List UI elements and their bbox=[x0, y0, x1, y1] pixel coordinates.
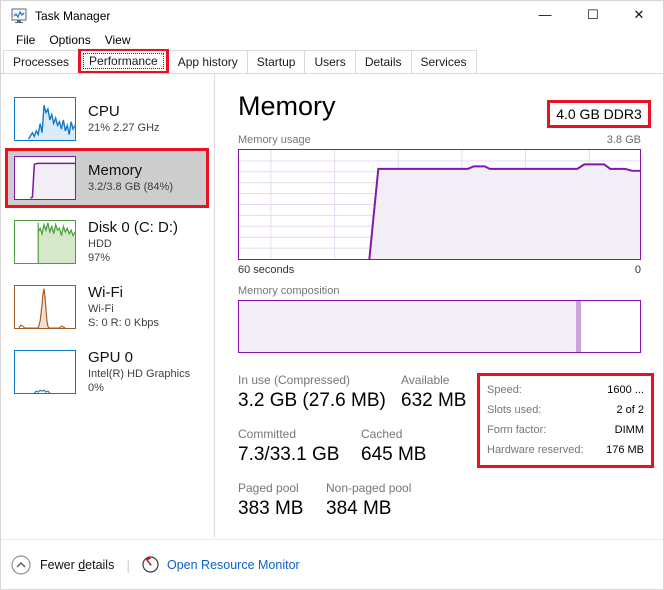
page-title: Memory bbox=[238, 91, 336, 122]
available-value: 632 MB bbox=[401, 388, 466, 414]
menu-file[interactable]: File bbox=[9, 31, 42, 50]
open-resource-monitor-label: Open Resource Monitor bbox=[167, 558, 300, 572]
cached-label: Cached bbox=[361, 427, 426, 442]
tab-startup[interactable]: Startup bbox=[247, 50, 306, 73]
cpu-stats: 21% 2.27 GHz bbox=[88, 121, 160, 135]
usage-chart-max: 3.8 GB bbox=[607, 134, 641, 146]
in-use-value: 3.2 GB (27.6 MB) bbox=[238, 388, 401, 414]
composition-modified-segment bbox=[576, 301, 581, 352]
speed-label: Speed: bbox=[487, 380, 522, 400]
task-manager-window: Task Manager — ☐ ✕ File Options View Pro… bbox=[0, 0, 664, 590]
sidebar-item-gpu[interactable]: GPU 0 Intel(R) HD Graphics 0% bbox=[5, 342, 209, 402]
window-title: Task Manager bbox=[35, 9, 110, 23]
wifi-throughput: S: 0 R: 0 Kbps bbox=[88, 316, 159, 330]
footer-separator: | bbox=[126, 557, 130, 573]
memory-capacity-annotation: 4.0 GB DDR3 bbox=[547, 100, 651, 128]
wifi-title: Wi-Fi bbox=[88, 284, 159, 302]
footer-bar: Fewer details | Open Resource Monitor bbox=[1, 539, 663, 589]
gpu-title: GPU 0 bbox=[88, 349, 190, 367]
slots-used-label: Slots used: bbox=[487, 400, 541, 420]
non-paged-pool-label: Non-paged pool bbox=[326, 481, 411, 496]
fewer-details-button[interactable]: Fewer details bbox=[11, 555, 114, 575]
chevron-up-icon bbox=[11, 555, 31, 575]
available-label: Available bbox=[401, 373, 466, 388]
task-manager-icon bbox=[11, 8, 27, 24]
memory-capacity: 4.0 GB DDR3 bbox=[556, 106, 642, 122]
gpu-usage: 0% bbox=[88, 381, 190, 395]
menu-options[interactable]: Options bbox=[42, 31, 97, 50]
committed-value: 7.3/33.1 GB bbox=[238, 442, 361, 468]
memory-stats: In use (Compressed) 3.2 GB (27.6 MB) Ava… bbox=[238, 373, 473, 535]
open-resource-monitor-link[interactable]: Open Resource Monitor bbox=[142, 556, 300, 573]
disk-mini-chart bbox=[14, 220, 76, 264]
sidebar-item-cpu[interactable]: CPU 21% 2.27 GHz bbox=[5, 89, 209, 149]
cached-value: 645 MB bbox=[361, 442, 426, 468]
sidebar-item-wifi[interactable]: Wi-Fi Wi-Fi S: 0 R: 0 Kbps bbox=[5, 277, 209, 337]
non-paged-pool-value: 384 MB bbox=[326, 496, 411, 522]
axis-left-label: 60 seconds bbox=[238, 264, 294, 276]
speed-value: 1600 ... bbox=[607, 380, 644, 400]
committed-label: Committed bbox=[238, 427, 361, 442]
tab-users[interactable]: Users bbox=[304, 50, 355, 73]
tab-processes[interactable]: Processes bbox=[3, 50, 79, 73]
performance-tab-annotation: Performance bbox=[78, 49, 169, 73]
cpu-title: CPU bbox=[88, 103, 160, 121]
usage-chart-axis: 60 seconds 0 bbox=[238, 264, 641, 276]
close-button[interactable]: ✕ bbox=[619, 1, 659, 29]
in-use-label: In use (Compressed) bbox=[238, 373, 401, 388]
tab-app-history[interactable]: App history bbox=[168, 50, 248, 73]
tab-details[interactable]: Details bbox=[355, 50, 412, 73]
tab-strip: Processes Performance App history Startu… bbox=[1, 50, 663, 74]
wifi-adapter: Wi-Fi bbox=[88, 302, 159, 316]
minimize-button[interactable]: — bbox=[525, 1, 565, 29]
composition-label: Memory composition bbox=[238, 285, 339, 297]
sidebar-divider bbox=[214, 74, 215, 538]
disk-usage: 97% bbox=[88, 251, 178, 265]
hardware-reserved-label: Hardware reserved: bbox=[487, 440, 584, 460]
sidebar-item-memory[interactable]: Memory 3.2/3.8 GB (84%) bbox=[5, 148, 209, 208]
memory-stats: 3.2/3.8 GB (84%) bbox=[88, 180, 173, 194]
usage-chart-label: Memory usage bbox=[238, 134, 311, 146]
hardware-reserved-value: 176 MB bbox=[606, 440, 644, 460]
disk-title: Disk 0 (C: D:) bbox=[88, 219, 178, 237]
disk-type: HDD bbox=[88, 237, 178, 251]
sidebar-item-disk[interactable]: Disk 0 (C: D:) HDD 97% bbox=[5, 212, 209, 272]
fewer-details-label: Fewer details bbox=[40, 558, 114, 572]
gpu-name: Intel(R) HD Graphics bbox=[88, 367, 190, 381]
composition-in-use-segment bbox=[239, 301, 576, 352]
title-bar: Task Manager — ☐ ✕ bbox=[1, 1, 663, 31]
wifi-mini-chart bbox=[14, 285, 76, 329]
gpu-mini-chart bbox=[14, 350, 76, 394]
memory-usage-chart bbox=[238, 149, 641, 260]
memory-mini-chart bbox=[14, 156, 76, 200]
axis-right-label: 0 bbox=[635, 264, 641, 276]
form-factor-value: DIMM bbox=[615, 420, 644, 440]
usage-chart-header: Memory usage 3.8 GB bbox=[238, 134, 641, 146]
menu-view[interactable]: View bbox=[98, 31, 138, 50]
maximize-button[interactable]: ☐ bbox=[573, 1, 613, 29]
menu-bar: File Options View bbox=[1, 31, 663, 50]
cpu-mini-chart bbox=[14, 97, 76, 141]
memory-title: Memory bbox=[88, 162, 173, 180]
memory-composition-bar bbox=[238, 300, 641, 353]
resource-monitor-icon bbox=[142, 556, 159, 573]
paged-pool-label: Paged pool bbox=[238, 481, 326, 496]
form-factor-label: Form factor: bbox=[487, 420, 546, 440]
tab-performance[interactable]: Performance bbox=[81, 51, 166, 71]
hardware-details-annotation: Speed: 1600 ... Slots used: 2 of 2 Form … bbox=[477, 373, 654, 468]
paged-pool-value: 383 MB bbox=[238, 496, 326, 522]
slots-used-value: 2 of 2 bbox=[616, 400, 644, 420]
tab-services[interactable]: Services bbox=[411, 50, 477, 73]
